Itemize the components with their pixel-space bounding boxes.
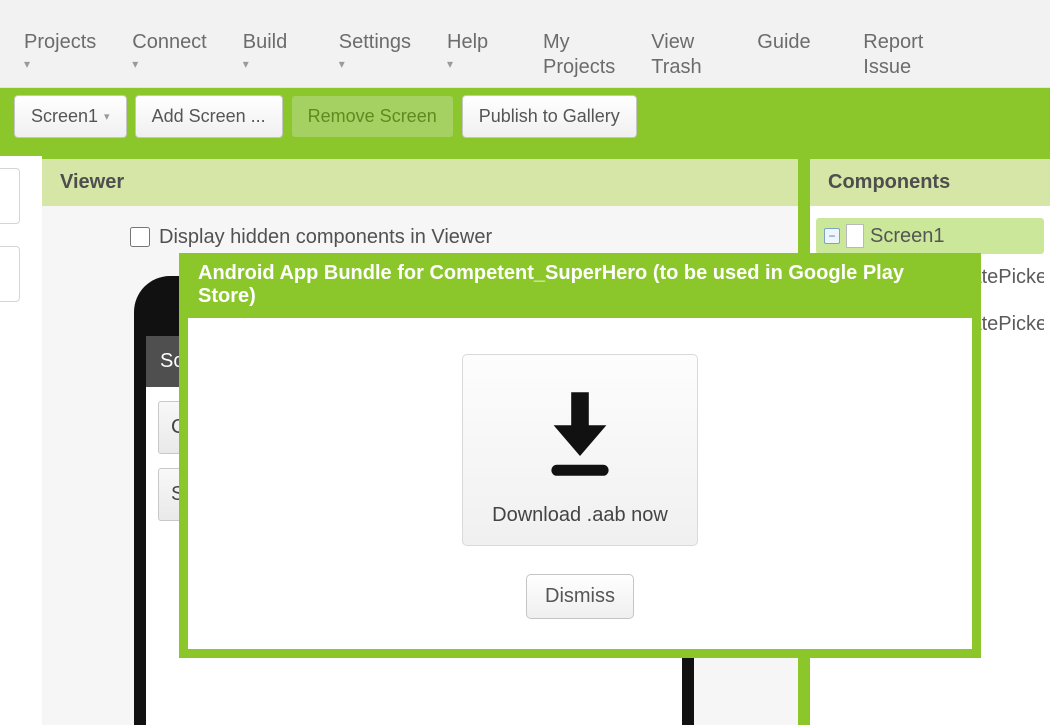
- viewer-panel-header: Viewer: [42, 159, 798, 206]
- download-icon: [525, 476, 635, 493]
- remove-screen-button[interactable]: Remove Screen: [291, 95, 454, 138]
- download-aab-dialog: Android App Bundle for Competent_SuperHe…: [180, 254, 980, 657]
- menu-projects[interactable]: Projects: [24, 0, 96, 72]
- screen-toolbar: Screen1 Add Screen ... Remove Screen Pub…: [0, 88, 1050, 144]
- dismiss-button[interactable]: Dismiss: [526, 574, 634, 619]
- top-menu-bar: Projects Connect Build Settings Help My …: [0, 0, 1050, 88]
- component-tree-root[interactable]: − Screen1: [816, 218, 1044, 254]
- palette-item[interactable]: [0, 246, 20, 302]
- screen-icon: [846, 224, 864, 248]
- display-hidden-checkbox[interactable]: [130, 227, 150, 247]
- collapse-icon[interactable]: −: [824, 228, 840, 244]
- menu-settings[interactable]: Settings: [339, 0, 411, 72]
- screen-selector[interactable]: Screen1: [14, 95, 127, 138]
- menu-report-issue[interactable]: Report Issue: [863, 0, 933, 80]
- components-panel-header: Components: [810, 159, 1050, 206]
- palette-stub: [0, 144, 42, 725]
- menu-connect[interactable]: Connect: [132, 0, 207, 72]
- palette-item[interactable]: [0, 168, 20, 224]
- display-hidden-checkbox-row: Display hidden components in Viewer: [126, 224, 798, 250]
- menu-build[interactable]: Build: [243, 0, 303, 72]
- download-aab-button[interactable]: Download .aab now: [462, 354, 698, 546]
- download-aab-label: Download .aab now: [473, 504, 687, 527]
- menu-guide[interactable]: Guide: [757, 0, 827, 55]
- dialog-title: Android App Bundle for Competent_SuperHe…: [188, 258, 972, 318]
- add-screen-button[interactable]: Add Screen ...: [135, 95, 283, 138]
- menu-view-trash[interactable]: View Trash: [651, 0, 721, 80]
- menu-my-projects[interactable]: My Projects: [543, 0, 615, 80]
- display-hidden-label: Display hidden components in Viewer: [159, 226, 492, 249]
- menu-help[interactable]: Help: [447, 0, 507, 72]
- publish-to-gallery-button[interactable]: Publish to Gallery: [462, 95, 637, 138]
- component-root-label: Screen1: [870, 225, 945, 248]
